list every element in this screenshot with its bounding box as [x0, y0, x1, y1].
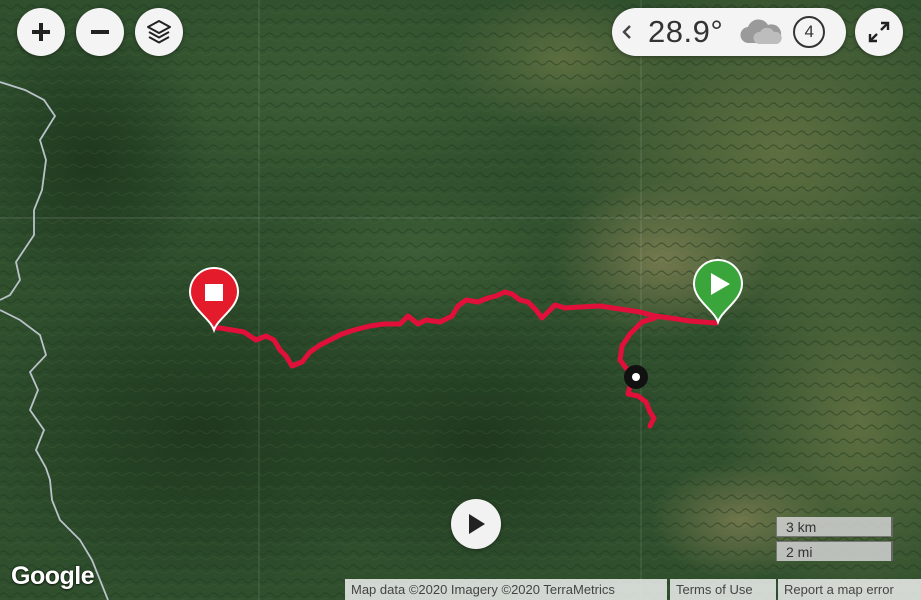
- weather-prev-button[interactable]: [614, 8, 640, 56]
- layers-button[interactable]: [135, 8, 183, 56]
- stop-icon: [205, 284, 223, 301]
- position-dot-icon: [624, 365, 648, 389]
- google-logo: Google: [11, 562, 95, 590]
- expand-icon: [868, 21, 890, 43]
- scale-bar-mi: 2 mi: [776, 541, 893, 561]
- scale-bar-km: 3 km: [776, 517, 893, 537]
- map-data-attribution: Map data ©2020 Imagery ©2020 TerraMetric…: [345, 579, 667, 600]
- report-map-error-link[interactable]: Report a map error: [778, 579, 921, 600]
- forecast-counter[interactable]: 4: [793, 16, 826, 48]
- cloud-icon: [740, 19, 782, 44]
- minus-icon: [91, 30, 109, 34]
- temperature-value: 28.9°: [648, 14, 724, 49]
- scale-km-label: 3 km: [786, 519, 817, 535]
- chevron-left-icon: [622, 25, 631, 39]
- scale-mi-label: 2 mi: [786, 544, 813, 560]
- weather-widget[interactable]: 28.9° 4: [612, 8, 846, 56]
- satellite-map[interactable]: 28.9° 4 3 km 2 mi Google Map data ©2020 …: [0, 0, 921, 600]
- fullscreen-button[interactable]: [855, 8, 903, 56]
- layers-icon: [147, 20, 171, 44]
- play-icon: [469, 514, 485, 534]
- terms-of-use-link[interactable]: Terms of Use: [670, 579, 776, 600]
- play-route-button[interactable]: [451, 499, 501, 549]
- forecast-count-value: 4: [804, 22, 814, 41]
- zoom-out-button[interactable]: [76, 8, 124, 56]
- plus-icon: [32, 23, 50, 41]
- zoom-in-button[interactable]: [17, 8, 65, 56]
